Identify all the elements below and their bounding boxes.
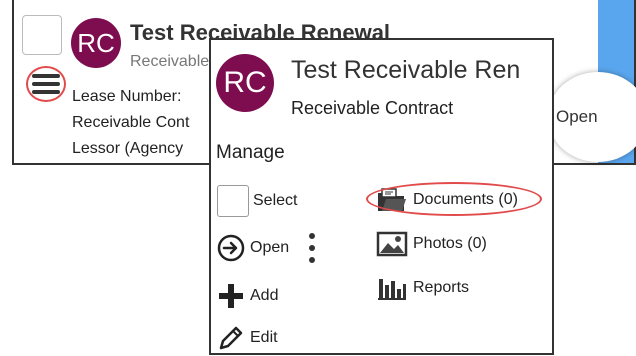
popup-avatar: RC bbox=[216, 54, 274, 112]
kebab-icon[interactable] bbox=[307, 233, 317, 265]
record-avatar: RC bbox=[71, 18, 121, 68]
edit-action[interactable]: Edit bbox=[217, 324, 278, 352]
popup-subtitle: Receivable Contract bbox=[291, 98, 454, 118]
field-lease-number: Lease Number: bbox=[72, 88, 182, 105]
documents-label: Documents (0) bbox=[413, 191, 518, 208]
manage-heading: Manage bbox=[216, 142, 285, 163]
record-subtitle: Receivable bbox=[130, 53, 210, 70]
open-action[interactable]: Open bbox=[217, 234, 289, 262]
field-receivable-contract: Receivable Cont bbox=[72, 114, 190, 131]
manage-popup: RC Test Receivable Ren Receivable Contra… bbox=[209, 38, 554, 355]
reports-icon bbox=[376, 275, 408, 301]
photos-action[interactable]: Photos (0) bbox=[376, 231, 487, 257]
highlight-ring bbox=[26, 66, 66, 102]
pencil-icon bbox=[217, 324, 245, 352]
hamburger-menu-button[interactable] bbox=[26, 66, 66, 102]
select-checkbox[interactable] bbox=[217, 185, 249, 217]
reports-action[interactable]: Reports bbox=[376, 275, 469, 301]
photos-label: Photos (0) bbox=[413, 235, 487, 252]
popup-title: Test Receivable Ren bbox=[291, 56, 521, 84]
photo-icon bbox=[376, 231, 408, 257]
add-label: Add bbox=[250, 287, 279, 304]
reports-label: Reports bbox=[413, 279, 470, 296]
plus-icon bbox=[217, 282, 245, 310]
arrow-circle-icon bbox=[217, 234, 245, 262]
add-action[interactable]: Add bbox=[217, 282, 278, 310]
select-label: Select bbox=[253, 192, 298, 209]
select-action[interactable]: Select bbox=[217, 185, 297, 217]
open-button-label: Open bbox=[556, 107, 598, 126]
documents-action[interactable]: Documents (0) bbox=[376, 187, 518, 213]
edit-label: Edit bbox=[250, 329, 278, 346]
record-select-checkbox[interactable] bbox=[22, 15, 62, 55]
open-label: Open bbox=[250, 239, 290, 256]
folder-icon bbox=[376, 187, 408, 213]
field-lessor: Lessor (Agency bbox=[72, 140, 184, 157]
